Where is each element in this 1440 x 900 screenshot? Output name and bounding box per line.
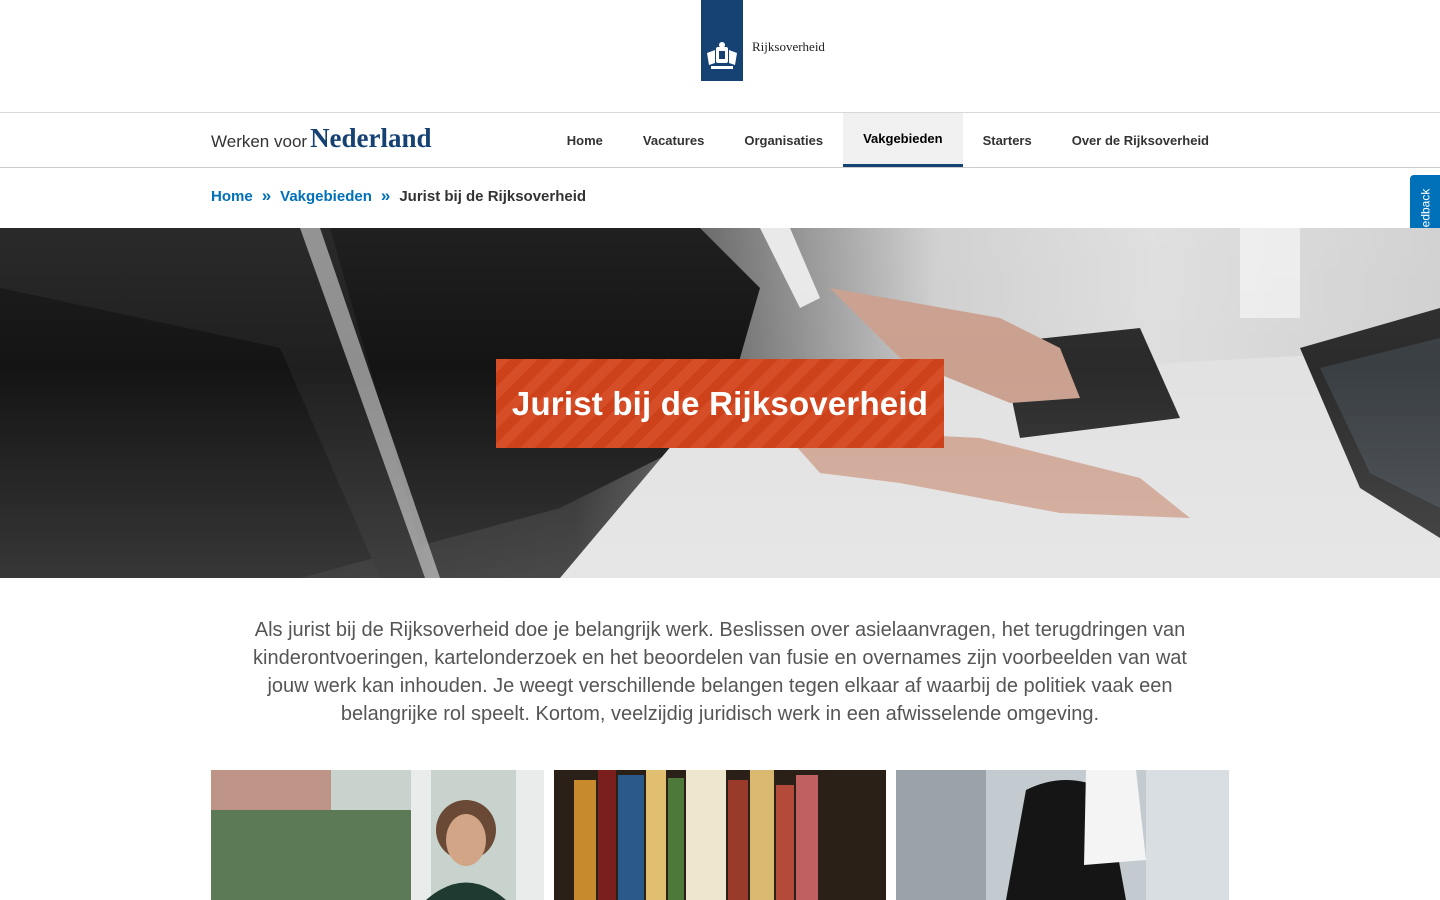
site-brand-small: Werken voor [211,132,308,151]
main-navigation-bar: Werken voor Nederland Home Vacatures Org… [0,113,1440,168]
breadcrumb-separator: » [261,186,272,205]
hero-title-box: Jurist bij de Rijksoverheid [496,359,944,448]
nav-item-vacatures[interactable]: Vacatures [623,113,724,167]
robe-photo-illustration [896,770,1229,900]
hero-image: Jurist bij de Rijksoverheid [0,228,1440,578]
page-title: Jurist bij de Rijksoverheid [511,384,929,422]
logo-text: Rijksoverheid [752,38,825,54]
books-photo-illustration [554,770,886,900]
rijksoverheid-logo[interactable]: Rijksoverheid [701,0,825,81]
rijksoverheid-crest-icon [701,0,743,81]
site-brand[interactable]: Werken voor Nederland [211,123,432,154]
intro-text: Als jurist bij de Rijksoverheid doe je b… [253,619,1187,725]
card-image-robe[interactable] [896,770,1229,900]
breadcrumb-separator: » [380,186,391,205]
nav-item-over-de-rijksoverheid[interactable]: Over de Rijksoverheid [1052,113,1229,167]
site-brand-big: Nederland [310,123,432,153]
nav-item-starters[interactable]: Starters [963,113,1052,167]
breadcrumb: Home » Vakgebieden » Jurist bij de Rijks… [211,186,586,206]
main-nav: Home Vacatures Organisaties Vakgebieden … [547,113,1229,167]
breadcrumb-home-link[interactable]: Home [211,188,253,205]
nav-item-vakgebieden[interactable]: Vakgebieden [843,113,963,167]
nav-item-organisaties[interactable]: Organisaties [724,113,843,167]
nav-item-home[interactable]: Home [547,113,623,167]
card-image-person[interactable] [211,770,544,900]
person-photo-illustration [211,770,544,900]
card-image-books[interactable] [554,770,886,900]
breadcrumb-vakgebieden-link[interactable]: Vakgebieden [280,188,372,205]
logo-bar: Rijksoverheid [0,0,1440,113]
breadcrumb-current: Jurist bij de Rijksoverheid [399,187,587,205]
